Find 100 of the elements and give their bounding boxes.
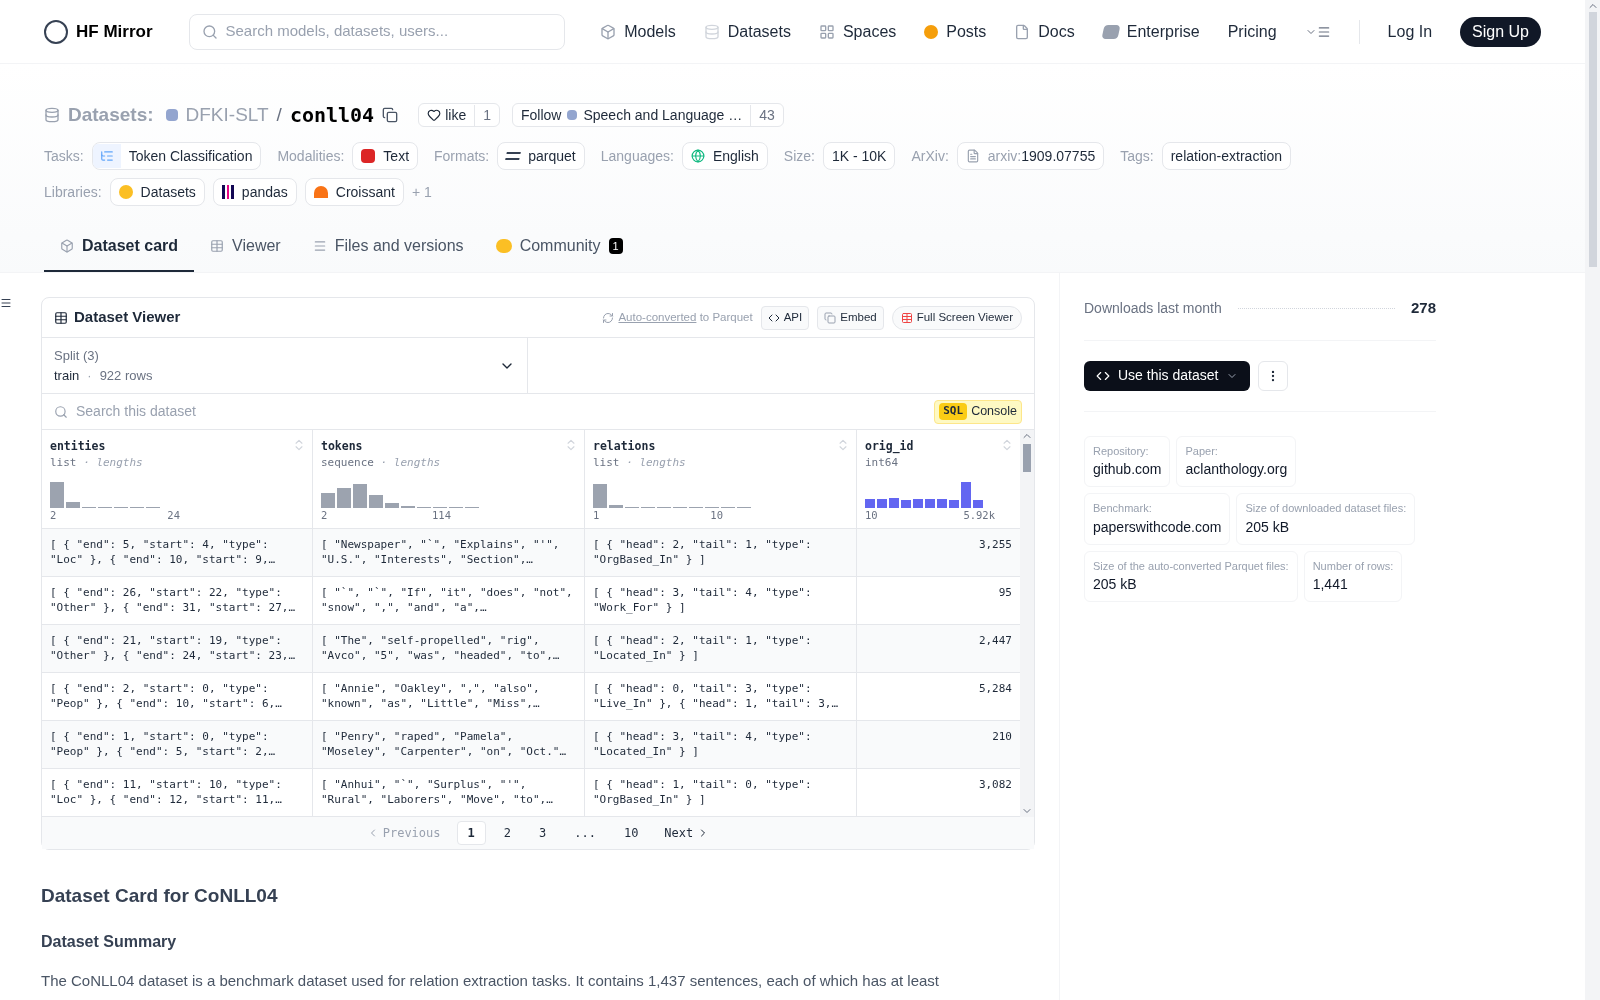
nav-link[interactable]: Datasets [703,19,791,44]
tab[interactable]: Community 1 [479,234,639,272]
fact-card[interactable]: Size of the auto-converted Parquet files: 205 kB [1084,550,1298,602]
follower-count: 43 [750,104,783,126]
tab[interactable]: Files and versions [296,234,480,272]
clapping-hands-icon [495,239,512,253]
column-header[interactable]: entities list · lengths 2 24 [42,430,313,528]
next-link[interactable]: Next [656,823,718,842]
dataset-name[interactable]: conll04 [289,100,375,130]
tag-chip[interactable]: Datasets [109,178,205,206]
table-cell: [ { "head": 1, "tail": 0, "type": "OrgBased_In" } ] [585,768,857,816]
api-button[interactable]: API [760,305,810,330]
page-link[interactable]: 2 [493,820,521,845]
menu-icon[interactable] [0,297,12,309]
tag-chip[interactable]: English [681,142,768,170]
table-cell: [ { "end": 1, "start": 0, "type": "Peop" }, { "end": 5, "start": 2,… [42,720,313,768]
count-badge: 1 [608,237,623,255]
copy-icon[interactable] [382,107,399,123]
nav-link[interactable]: Posts [924,19,987,44]
nav-link[interactable]: Pricing [1227,19,1277,44]
search-icon [54,404,68,419]
tag-chip[interactable]: Token Classification [91,142,262,170]
document-icon [1014,23,1031,40]
table-cell: [ "`", "`", "If", "it", "does", "not", "snow", ",", "and", "a",… [313,576,585,624]
fact-card[interactable]: Paper: aclanthology.org [1176,435,1297,487]
column-header[interactable]: tokens sequence · lengths 2 114 [313,430,585,528]
search-box[interactable]: Search models, datasets, users... [188,13,565,50]
tag-group-label: Languages: [600,146,674,166]
column-header[interactable]: relations list · lengths 1 10 [585,430,857,528]
follow-label: Follow [521,105,562,125]
card-heading: Dataset Card for CoNLL04 [41,883,279,908]
org-avatar-icon [165,109,178,121]
downloads-label: Downloads last month [1084,298,1222,318]
split-select[interactable]: Split (3) train · 922 rows [42,338,528,393]
search-field[interactable]: Search models, datasets, users... [225,20,552,43]
scroll-thumb[interactable] [1023,444,1031,472]
database-icon [703,23,720,40]
full-screen-button[interactable]: Full Screen Viewer [891,305,1022,330]
table-cell: [ "Annie", "Oakley", ",", "also", "known", "as", "Little", "Miss",… [313,672,585,720]
tag-chip[interactable]: Croissant [304,178,404,206]
tag-chip[interactable]: arxiv:1909.07755 [956,142,1105,170]
tag-group-label: Libraries: [44,182,102,202]
page-link[interactable]: ... [564,820,606,845]
tag-chip[interactable]: parquet [497,142,585,170]
tag-group-label: Tasks: [44,146,84,166]
paper-icon [965,149,980,163]
fact-card[interactable]: Number of rows: 1,441 [1303,550,1403,602]
like-button[interactable]: like 1 [418,103,500,127]
tag-group-label: Modalities: [277,146,345,166]
tag-chip[interactable]: 1K - 10K [823,142,896,170]
heart-icon [427,108,442,122]
tab[interactable]: Dataset card [44,234,195,272]
nav-link[interactable]: Enterprise [1102,19,1200,44]
table-cell: [ "The", "self-propelled", "rig", "Avco", "5", "was", "headed", "to",… [313,624,585,672]
fact-card[interactable]: Size of downloaded dataset files: 205 kB [1236,493,1416,545]
login-link[interactable]: Log In [1387,19,1433,44]
table-icon [54,310,68,325]
page-link[interactable]: 10 [613,820,649,845]
text-icon [361,149,376,163]
task-icon [92,144,121,168]
table-icon [900,311,913,324]
table-cell: [ { "head": 2, "tail": 1, "type": "Located_In" } ] [585,624,857,672]
more-menu-icon[interactable] [1304,24,1331,39]
logo-icon[interactable] [44,19,68,44]
nav-link[interactable]: Models [600,19,676,44]
follow-button[interactable]: Follow Speech and Language … 43 [512,103,784,127]
tag-chip[interactable]: relation-extraction [1161,142,1291,170]
brand-name[interactable]: HF Mirror [76,18,153,45]
more-options-button[interactable] [1258,360,1289,391]
path-separator: / [276,102,282,127]
tag-chip[interactable]: Text [352,142,419,170]
nav-link[interactable]: Spaces [818,19,897,44]
split-label: Split (3) [54,347,100,365]
column-header[interactable]: orig_id int64 10 5.92k [857,430,1020,528]
use-dataset-button[interactable]: Use this dataset [1084,360,1251,391]
dataset-search-field[interactable]: Search this dataset [76,401,935,422]
scroll-thumb[interactable] [1588,12,1597,267]
tag-chip[interactable]: pandas [212,178,297,206]
separator-dot: · [87,366,92,385]
page-link[interactable]: 1 [456,820,486,845]
card-paragraph: The CoNLL04 dataset is a benchmark dataset used for relation extraction tasks. It contains 1,437 sentences, each of which has at least [41,971,940,991]
table-cell: [ { "head": 2, "tail": 1, "type": "OrgBased_In" } ] [585,528,857,576]
sql-badge: SQL [939,403,968,420]
embed-button[interactable]: Embed [817,305,884,330]
nav-link[interactable]: Docs [1014,19,1075,44]
fact-card[interactable]: Benchmark: paperswithcode.com [1084,493,1231,545]
table-cell: [ { "head": 3, "tail": 4, "type": "Work_For" } ] [585,576,857,624]
table-cell: [ { "head": 3, "tail": 4, "type": "Located_In" } ] [585,720,857,768]
signup-button[interactable]: Sign Up [1460,16,1541,47]
page-link[interactable]: 3 [529,820,557,845]
refresh-icon [602,311,615,324]
grid-icon [818,23,835,40]
sql-console-button[interactable]: SQL Console [934,399,1022,424]
like-count: 1 [474,104,499,126]
table-cell: [ { "end": 11, "start": 10, "type": "Loc" }, { "end": 12, "start": 11,… [42,768,313,816]
speech-bubble-icon [924,24,939,39]
card-subheading: Dataset Summary [41,932,178,952]
table-cell-text: 210 [991,728,1013,745]
fact-card[interactable]: Repository: github.com [1084,435,1171,487]
tab[interactable]: Viewer [194,234,297,272]
